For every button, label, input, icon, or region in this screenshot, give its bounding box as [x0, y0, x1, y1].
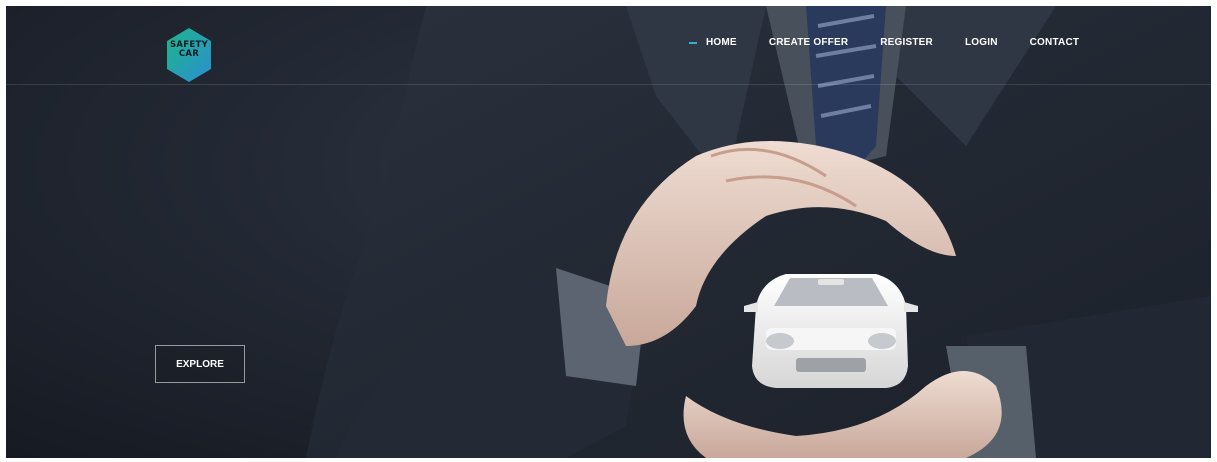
safety-car-logo[interactable]: SAFETY CAR [164, 26, 214, 84]
main-navigation: HOME CREATE OFFER REGISTER LOGIN CONTACT [689, 37, 1111, 48]
nav-home[interactable]: HOME [706, 37, 737, 48]
nav-create-offer[interactable]: CREATE OFFER [769, 37, 848, 48]
nav-contact[interactable]: CONTACT [1030, 37, 1080, 48]
logo-text: SAFETY CAR [169, 40, 209, 59]
explore-button[interactable]: EXPLORE [155, 345, 245, 383]
car-icon [744, 274, 918, 388]
active-indicator [689, 41, 697, 44]
hero-section: SAFETY CAR HOME CREATE OFFER REGISTER LO… [6, 6, 1211, 458]
nav-login[interactable]: LOGIN [965, 37, 998, 48]
header-divider [6, 84, 1211, 85]
nav-register[interactable]: REGISTER [880, 37, 933, 48]
